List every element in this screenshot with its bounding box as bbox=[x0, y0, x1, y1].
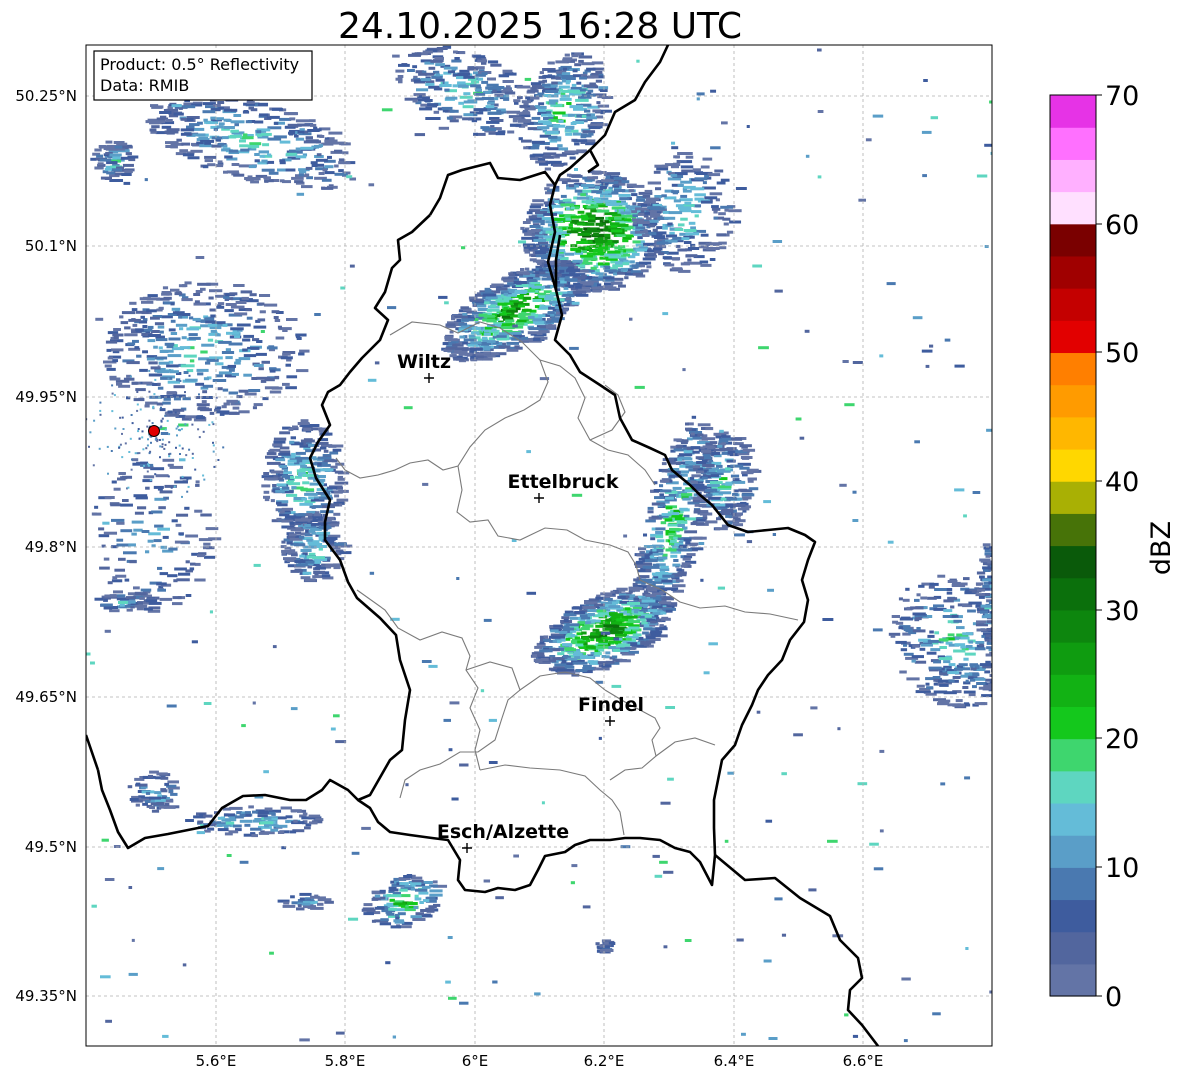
city-label-ettelbruck: Ettelbruck bbox=[508, 471, 619, 493]
colorbar-segment bbox=[1050, 674, 1096, 707]
colorbar-segment bbox=[1050, 867, 1096, 901]
lon-label: 6°E bbox=[462, 1052, 489, 1070]
colorbar-tick-label: 50 bbox=[1105, 338, 1139, 369]
colorbar-segment bbox=[1050, 931, 1096, 965]
lat-label: 49.65°N bbox=[15, 688, 77, 706]
colorbar-segment bbox=[1050, 223, 1096, 257]
colorbar-tick-label: 70 bbox=[1105, 81, 1139, 112]
city-label-wiltz: Wiltz bbox=[397, 351, 451, 373]
colorbar-segment bbox=[1050, 416, 1096, 450]
colorbar-segment bbox=[1050, 191, 1096, 225]
map-title: 24.10.2025 16:28 UTC bbox=[338, 6, 742, 47]
lon-label: 5.6°E bbox=[196, 1052, 237, 1070]
lat-label: 49.5°N bbox=[25, 838, 77, 856]
city-label-findel: Findel bbox=[578, 694, 644, 716]
colorbar-segment bbox=[1050, 127, 1096, 160]
lon-label: 6.6°E bbox=[843, 1052, 884, 1070]
colorbar-tick-label: 60 bbox=[1105, 210, 1139, 241]
longitude-labels: 5.6°E 5.8°E 6°E 6.2°E 6.4°E 6.6°E bbox=[196, 1052, 884, 1070]
colorbar-segment bbox=[1050, 320, 1096, 354]
colorbar-segment bbox=[1050, 609, 1096, 643]
colorbar-segment bbox=[1050, 95, 1096, 128]
colorbar: 0 10 20 30 40 50 60 70 dBZ bbox=[1049, 81, 1177, 1013]
colorbar-ticks bbox=[1096, 94, 1102, 997]
colorbar-segment bbox=[1050, 448, 1096, 482]
product-label: Product: 0.5° Reflectivity bbox=[100, 55, 299, 74]
lon-label: 6.4°E bbox=[714, 1052, 755, 1070]
latitude-labels: 50.25°N 50.1°N 49.95°N 49.8°N 49.65°N 49… bbox=[15, 87, 77, 1005]
lat-label: 50.25°N bbox=[15, 87, 77, 105]
lat-label: 49.8°N bbox=[25, 538, 77, 556]
colorbar-segment bbox=[1050, 481, 1096, 514]
lon-label: 6.2°E bbox=[584, 1052, 625, 1070]
radar-site-marker[interactable] bbox=[148, 425, 160, 437]
lat-label: 50.1°N bbox=[25, 237, 77, 255]
data-source-label: Data: RMIB bbox=[100, 76, 189, 95]
colorbar-unit-label: dBZ bbox=[1146, 521, 1177, 575]
colorbar-segment bbox=[1050, 706, 1096, 740]
colorbar-segment bbox=[1050, 255, 1096, 289]
colorbar-segment bbox=[1050, 577, 1096, 611]
colorbar-segment bbox=[1050, 770, 1096, 804]
lon-label: 5.8°E bbox=[325, 1052, 366, 1070]
lat-label: 49.95°N bbox=[15, 388, 77, 406]
colorbar-segment bbox=[1050, 384, 1096, 418]
colorbar-segments bbox=[1050, 95, 1096, 997]
city-label-esch-alzette: Esch/Alzette bbox=[437, 821, 569, 843]
colorbar-segment bbox=[1050, 738, 1096, 772]
map-panel[interactable]: Wiltz Ettelbruck Findel Esch/Alzette Pro… bbox=[85, 44, 1020, 1049]
colorbar-tick-label: 10 bbox=[1105, 853, 1139, 884]
radar-map-figure: 24.10.2025 16:28 UTC Wiltz Ettelbruck Fi… bbox=[15, 6, 1177, 1070]
colorbar-segment bbox=[1050, 642, 1096, 675]
colorbar-segment bbox=[1050, 835, 1096, 868]
lat-label: 49.35°N bbox=[15, 987, 77, 1005]
colorbar-segment bbox=[1050, 802, 1096, 836]
colorbar-tick-labels: 0 10 20 30 40 50 60 70 bbox=[1105, 81, 1139, 1013]
colorbar-segment bbox=[1050, 352, 1096, 386]
colorbar-tick-label: 0 bbox=[1105, 982, 1122, 1013]
colorbar-segment bbox=[1050, 899, 1096, 933]
colorbar-segment bbox=[1050, 545, 1096, 579]
colorbar-tick-label: 40 bbox=[1105, 467, 1139, 498]
colorbar-segment bbox=[1050, 963, 1096, 997]
colorbar-segment bbox=[1050, 513, 1096, 547]
colorbar-tick-label: 30 bbox=[1105, 596, 1139, 627]
colorbar-tick-label: 20 bbox=[1105, 724, 1139, 755]
product-info-box: Product: 0.5° Reflectivity Data: RMIB bbox=[93, 50, 313, 101]
colorbar-segment bbox=[1050, 159, 1096, 193]
colorbar-segment bbox=[1050, 288, 1096, 321]
